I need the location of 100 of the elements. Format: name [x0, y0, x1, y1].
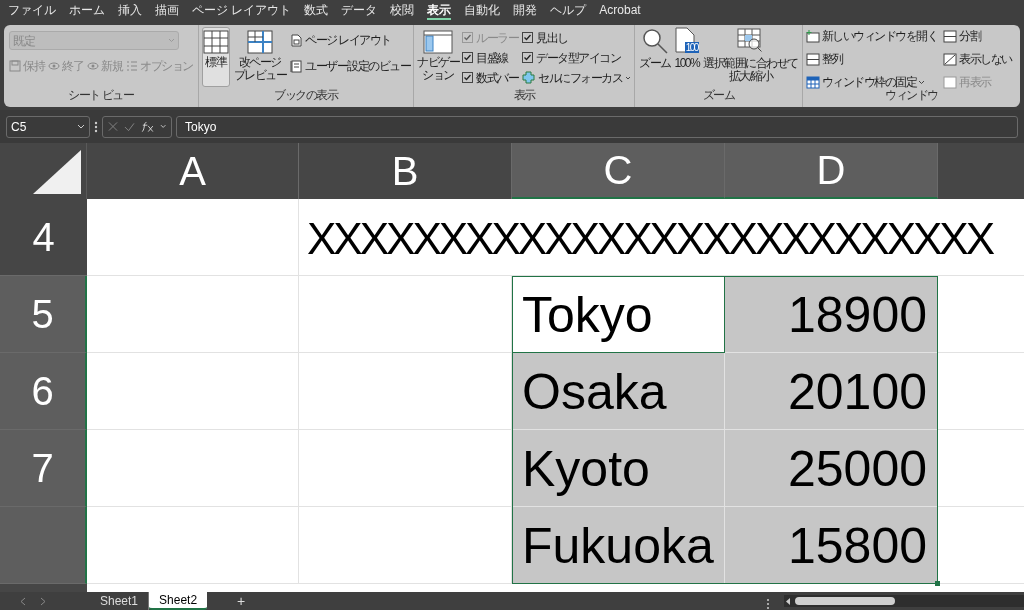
ribbon-tab[interactable]: 表示 [427, 2, 452, 20]
table-cell[interactable]: 25000 [725, 430, 938, 507]
table-cell[interactable]: 15800 [725, 507, 938, 584]
window-button[interactable]: 分割 [943, 27, 1012, 45]
fill-handle[interactable] [935, 581, 940, 586]
ribbon-tab[interactable]: ファイル [8, 2, 56, 20]
checkbox[interactable]: 数式バー [462, 69, 518, 86]
select-all-icon[interactable] [32, 149, 82, 195]
magnifier-icon [640, 27, 669, 55]
ribbon-tab[interactable]: ヘルプ [550, 2, 587, 20]
ribbon-tab[interactable]: 校閲 [390, 2, 415, 20]
cell-text: Osaka [522, 363, 667, 421]
column-header[interactable]: C [512, 143, 725, 199]
table-cell[interactable] [299, 430, 512, 507]
table-cell[interactable] [299, 353, 512, 430]
name-box[interactable]: C5 [6, 115, 90, 138]
focus-cell-button[interactable]: セルにフォーカス [522, 69, 631, 86]
check-icon [463, 73, 472, 82]
cell-text: Kyoto [522, 440, 650, 498]
dropdown-icon [625, 75, 631, 80]
ribbon-tab[interactable]: データ [341, 2, 378, 20]
ribbon-tab[interactable]: 挿入 [118, 2, 142, 20]
table-cell[interactable] [87, 430, 299, 507]
ribbon-tab[interactable]: 描画 [155, 2, 179, 20]
view-button[interactable]: 標準 [201, 27, 230, 87]
list-icon [126, 60, 138, 72]
table-cell[interactable] [87, 276, 299, 353]
checkbox[interactable]: 目盛線 [462, 49, 518, 66]
window-button[interactable]: 表示しない [943, 50, 1012, 68]
table-cell[interactable] [87, 507, 299, 584]
formula-field[interactable]: Tokyo [176, 115, 1018, 138]
save-icon [9, 60, 21, 72]
row-header[interactable]: 6 [0, 353, 87, 430]
check-icon [523, 53, 532, 62]
column-header[interactable]: D [725, 143, 938, 199]
previous-sheet-icon[interactable] [20, 596, 26, 606]
next-sheet-icon[interactable] [40, 596, 46, 606]
cell-text: 15800 [787, 517, 927, 575]
row-header[interactable]: 4 [0, 199, 87, 276]
add-sheet-button[interactable]: + [207, 592, 276, 610]
table-cell[interactable]: XXXXXXXXXXXXXXXXXXXXXXXXXX [299, 199, 1024, 276]
checkbox[interactable]: 見出し [522, 29, 631, 46]
window-button[interactable]: 整列 [805, 50, 938, 68]
table-cell[interactable]: Tokyo [512, 276, 725, 353]
hide-window-icon [943, 52, 958, 66]
checkbox[interactable]: データ型アイコン [522, 49, 631, 66]
horizontal-scrollbar[interactable] [784, 595, 1024, 607]
table-cell[interactable]: Kyoto [512, 430, 725, 507]
navigation-button[interactable]: ナビゲー ション [417, 27, 459, 89]
scroll-left-icon[interactable] [786, 597, 791, 605]
group-label: 表示 [513, 89, 535, 102]
zoom-button[interactable]: 選択範囲に合わせて 拡大/縮小 [703, 27, 798, 89]
eye-icon [87, 60, 99, 72]
table-cell[interactable]: Fukuoka [512, 507, 725, 584]
row-header[interactable]: 5 [0, 276, 87, 353]
dropdown-icon[interactable] [159, 124, 166, 129]
eye-icon [48, 60, 60, 72]
check-icon [463, 53, 472, 62]
sheet-tab[interactable]: Sheet2 [149, 592, 208, 610]
zoom-button[interactable]: ズーム [639, 27, 671, 89]
table-cell[interactable]: 20100 [725, 353, 938, 430]
scrollbar-thumb[interactable] [795, 597, 895, 605]
cell-text: XXXXXXXXXXXXXXXXXXXXXXXXXX [307, 213, 993, 265]
table-cell[interactable] [299, 276, 512, 353]
ribbon-tab[interactable]: Acrobat [599, 2, 641, 20]
more-icon[interactable] [94, 120, 98, 133]
enter-icon[interactable] [124, 121, 135, 132]
zoom-button[interactable]: 100 100% [674, 27, 700, 89]
table-cell[interactable]: 18900 [725, 276, 938, 353]
view-button[interactable]: 改ページ プレビュー [232, 27, 287, 87]
table-cell[interactable] [87, 199, 299, 276]
dropdown-icon [168, 38, 175, 43]
window-button[interactable]: ウィンドウ枠の固定 [805, 73, 938, 89]
check-icon [463, 33, 472, 42]
split-icon [943, 29, 958, 43]
table-cell[interactable] [87, 353, 299, 430]
group-label: ズーム [702, 89, 735, 102]
cancel-icon[interactable] [108, 121, 118, 132]
ribbon-tab[interactable]: 開発 [513, 2, 538, 20]
view-button[interactable]: ユーザー設定のビュー [290, 57, 410, 75]
zoom-value-badge: 100 [684, 42, 699, 53]
group-label: シート ビュー [68, 89, 134, 102]
page-break-icon [246, 30, 273, 54]
grid-icon [202, 30, 229, 54]
ribbon-tab[interactable]: 自動化 [464, 2, 501, 20]
ribbon-tab[interactable]: ホーム [69, 2, 105, 20]
dropdown-icon [77, 123, 85, 130]
ribbon-tab[interactable]: ページ レイアウト [192, 2, 292, 20]
table-cell[interactable] [299, 507, 512, 584]
more-icon[interactable] [766, 598, 770, 610]
ribbon-tab[interactable]: 数式 [304, 2, 329, 20]
new-window-icon [805, 29, 820, 43]
table-cell[interactable]: Osaka [512, 353, 725, 430]
group-label: ウィンドウ [885, 89, 938, 102]
view-button[interactable]: ページ レイアウト [290, 31, 410, 49]
freeze-panes-icon [805, 75, 820, 89]
row-header[interactable]: 7 [0, 430, 87, 507]
row-header[interactable] [0, 507, 87, 584]
window-button[interactable]: 新しいウィンドウを開く [805, 27, 938, 45]
insert-function-icon[interactable] [140, 120, 154, 133]
